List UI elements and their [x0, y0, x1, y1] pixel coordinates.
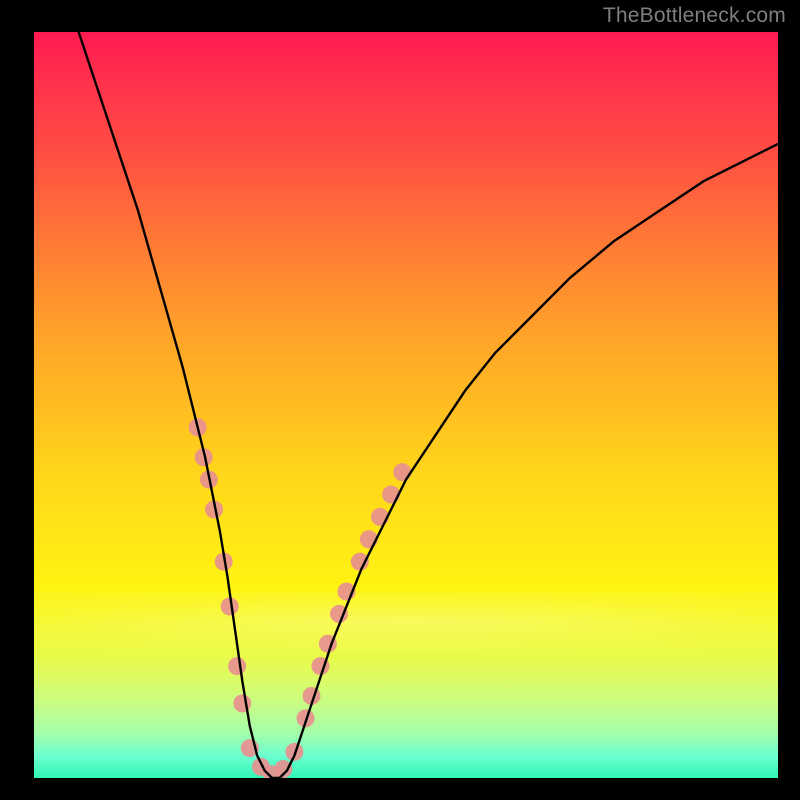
plot-area [34, 32, 778, 778]
marker-dot [233, 694, 251, 712]
marker-dot [393, 463, 411, 481]
marker-dot [228, 657, 246, 675]
bottleneck-curve [79, 32, 778, 778]
chart-stage: TheBottleneck.com [0, 0, 800, 800]
chart-svg [34, 32, 778, 778]
watermark-text: TheBottleneck.com [603, 4, 786, 28]
marker-layer [189, 418, 412, 778]
